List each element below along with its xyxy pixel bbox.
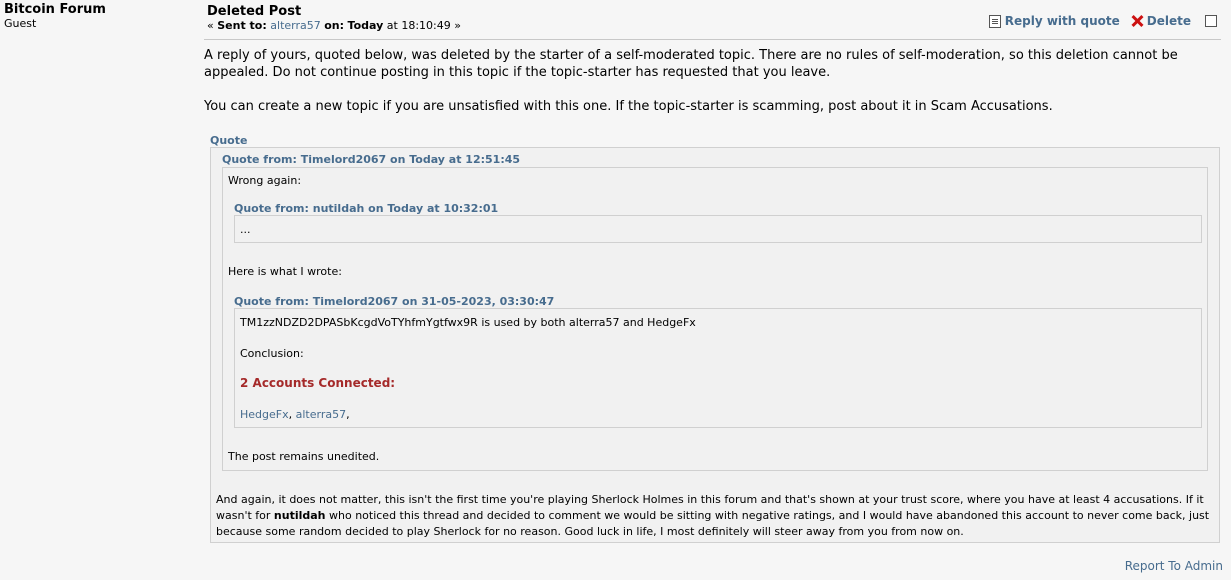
quote-box-2 <box>234 215 1202 243</box>
quote1-line2: Here is what I wrote: <box>228 265 342 278</box>
link-separator-1: , <box>288 408 296 421</box>
poster-role: Guest <box>4 17 37 30</box>
poster-name: Bitcoin Forum <box>4 2 106 17</box>
reply-label: Reply with quote <box>1004 14 1120 28</box>
closing-text: And again, it does not matter, this isn'… <box>216 492 1212 540</box>
alterra57-link[interactable]: alterra57 <box>296 408 346 421</box>
delete-label: Delete <box>1146 14 1191 28</box>
delete-icon <box>1130 14 1144 28</box>
quote2-text: ... <box>240 223 251 236</box>
hedgefx-link[interactable]: HedgeFx <box>240 408 289 421</box>
sent-to-label: Sent to: <box>217 19 267 32</box>
recipient-link[interactable]: alterra57 <box>270 19 320 32</box>
quote1-line3: The post remains unedited. <box>228 450 380 463</box>
quote1-line1: Wrong again: <box>228 174 302 187</box>
link-separator-2: , <box>346 408 350 421</box>
quote3-links: HedgeFx, alterra57, <box>240 408 350 421</box>
quote3-line1: TM1zzNDZD2DPASbKcgdVoTYhfmYgtfwx9R is us… <box>240 316 696 329</box>
report-to-admin-link[interactable]: Report To Admin <box>1125 559 1223 573</box>
reply-with-quote-button[interactable]: Reply with quote <box>988 14 1120 28</box>
delete-button[interactable]: Delete <box>1130 14 1191 28</box>
body-paragraph-1: A reply of yours, quoted below, was dele… <box>204 48 1178 80</box>
message-subject: Deleted Post <box>207 4 302 19</box>
quote3-accounts-connected: 2 Accounts Connected: <box>240 376 396 390</box>
quote3-line2: Conclusion: <box>240 347 304 360</box>
sent-time: at 18:10:49 » <box>386 19 461 32</box>
quote-title-3[interactable]: Quote from: Timelord2067 on 31-05-2023, … <box>234 295 554 308</box>
message-actions: Reply with quote Delete <box>988 14 1217 28</box>
closing-post: who noticed this thread and decided to c… <box>216 509 1210 538</box>
closing-bold-name: nutildah <box>273 509 326 522</box>
quote-title-1[interactable]: Quote from: Timelord2067 on Today at 12:… <box>222 153 520 166</box>
message-body: A reply of yours, quoted below, was dele… <box>204 47 1220 115</box>
quote-header: Quote <box>210 134 248 147</box>
on-label: on: <box>324 19 345 32</box>
sent-date: Today <box>347 19 384 32</box>
sent-prefix: « <box>207 19 218 32</box>
select-checkbox[interactable] <box>1205 15 1217 27</box>
sent-line: « Sent to: alterra57 on: Today at 18:10:… <box>207 19 461 32</box>
poster-info: Bitcoin Forum Guest <box>4 2 194 30</box>
body-paragraph-2: You can create a new topic if you are un… <box>204 99 1053 114</box>
quote-title-2[interactable]: Quote from: nutildah on Today at 10:32:0… <box>234 202 498 215</box>
header-divider <box>204 39 1221 40</box>
quote-icon <box>988 14 1001 28</box>
